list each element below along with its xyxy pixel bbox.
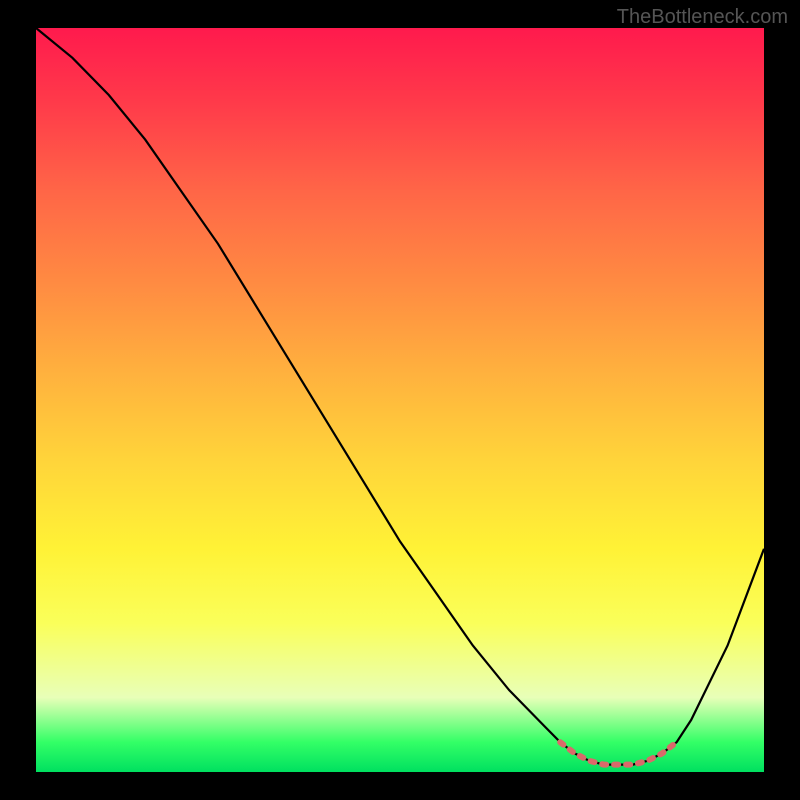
highlight-band-line bbox=[560, 742, 676, 764]
bottleneck-curve-line bbox=[36, 28, 764, 765]
watermark-text: TheBottleneck.com bbox=[617, 6, 788, 29]
chart-plot-area bbox=[36, 28, 764, 772]
chart-svg bbox=[36, 28, 764, 772]
